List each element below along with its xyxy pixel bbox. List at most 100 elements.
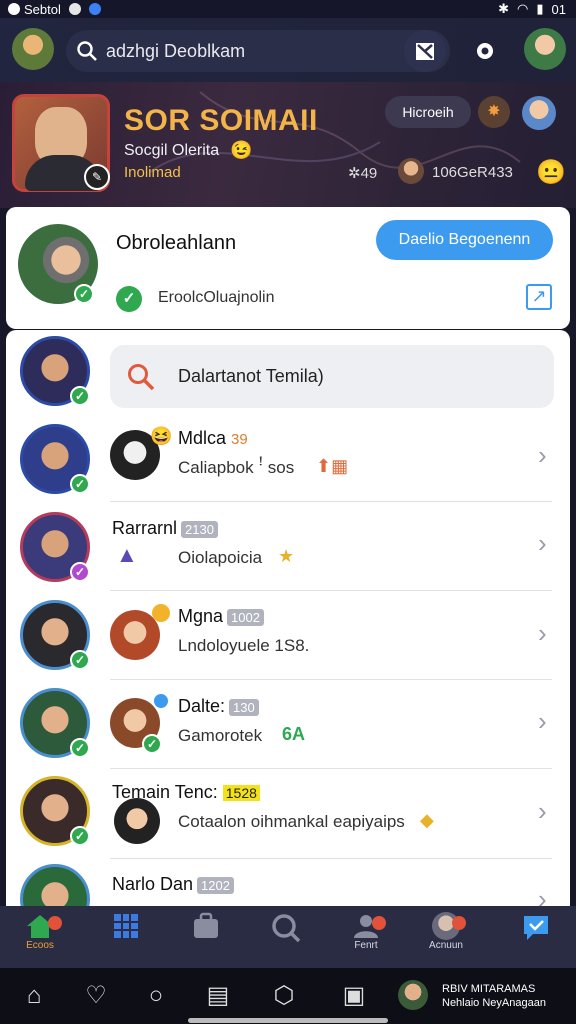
clock: 01 bbox=[551, 1, 566, 17]
row-badge: 1002 bbox=[227, 609, 264, 626]
row-badge: 39 bbox=[231, 431, 248, 448]
card-name: Obroleahlann bbox=[116, 232, 237, 254]
notification-dot bbox=[452, 916, 466, 930]
nav-friends[interactable]: Fenrt bbox=[334, 912, 398, 964]
search-bar[interactable]: adzhgi Deoblkam bbox=[66, 30, 450, 72]
edit-icon[interactable]: ↗ bbox=[526, 284, 552, 310]
row-extra: 6A bbox=[282, 724, 306, 744]
nav-messages[interactable] bbox=[504, 912, 568, 964]
online-icon: ✓ bbox=[70, 474, 90, 494]
primary-action-button[interactable]: Daelio Begoenenn bbox=[376, 220, 553, 260]
online-icon: ✓ bbox=[70, 650, 90, 670]
profile-avatar[interactable] bbox=[12, 28, 54, 70]
notification-dot bbox=[48, 916, 62, 930]
app-notification-icon bbox=[8, 3, 20, 15]
chevron-right-icon[interactable]: › bbox=[538, 440, 547, 471]
stat-a-value: 49 bbox=[360, 165, 378, 182]
document-icon[interactable]: ▤ bbox=[204, 982, 232, 1010]
gesture-handle[interactable] bbox=[188, 1018, 388, 1023]
tag-icon: ◆ bbox=[420, 810, 434, 830]
divider bbox=[110, 768, 552, 769]
signal-icon: ▮ bbox=[536, 1, 544, 16]
search-icon[interactable]: ○ bbox=[142, 982, 170, 1010]
wifi-icon: ◠ bbox=[517, 1, 529, 16]
user-info: RBIV MITARAMAS Nehlaio NeyAnagaan bbox=[442, 982, 546, 1010]
nav-home[interactable]: Ecoos bbox=[8, 912, 72, 964]
row-name-text: Mdlca bbox=[178, 428, 227, 448]
row-subtitle: Caliapbok ꜝ sos bbox=[178, 458, 295, 477]
chevron-right-icon[interactable]: › bbox=[538, 528, 547, 559]
list-search-input[interactable]: Dalartanot Temila) bbox=[110, 345, 554, 408]
chevron-right-icon[interactable]: › bbox=[538, 796, 547, 827]
row-badge: 130 bbox=[229, 699, 259, 716]
nav-search[interactable] bbox=[254, 912, 318, 964]
carrier-label: Sebtol bbox=[24, 1, 61, 17]
rocket-icon: ▲ bbox=[116, 542, 138, 567]
emoji-icon: 😐 bbox=[536, 159, 566, 186]
user-avatar[interactable] bbox=[398, 980, 428, 1010]
banner-chip[interactable]: Hicroeih bbox=[385, 96, 471, 128]
row-subtitle: Oiolapoicia bbox=[178, 548, 263, 567]
settings-button[interactable] bbox=[464, 30, 506, 72]
nav-account[interactable]: Acnuun bbox=[414, 912, 478, 964]
heart-icon[interactable]: ♡ bbox=[82, 982, 110, 1010]
row-badge: 2130 bbox=[181, 521, 218, 538]
notification-icon bbox=[88, 3, 101, 15]
nav-home-label: Ecoos bbox=[26, 940, 54, 951]
user-avatar[interactable] bbox=[524, 28, 566, 70]
online-icon: ✓ bbox=[142, 734, 162, 754]
status-check-icon: ✓ bbox=[116, 286, 142, 312]
gallery-icon[interactable]: ▣ bbox=[340, 982, 368, 1010]
stat-count-a: ✲49 bbox=[348, 165, 378, 182]
bag-icon bbox=[194, 912, 218, 938]
search-icon bbox=[128, 364, 155, 391]
chevron-right-icon[interactable]: › bbox=[538, 706, 547, 737]
shield-icon[interactable]: ⬡ bbox=[270, 982, 298, 1010]
online-icon: ✓ bbox=[70, 386, 90, 406]
nav-friends-label: Fenrt bbox=[354, 940, 378, 951]
divider bbox=[110, 501, 552, 502]
nav-account-label: Acnuun bbox=[429, 940, 463, 951]
row-name: Mdlca 39 bbox=[178, 428, 248, 449]
bluetooth-icon: ✱ bbox=[498, 1, 510, 16]
divider bbox=[110, 858, 552, 859]
star-icon: ★ bbox=[278, 546, 295, 566]
compose-button[interactable] bbox=[404, 30, 446, 72]
user-handle: Nehlaio NeyAnagaan bbox=[442, 997, 546, 1009]
edit-photo-icon[interactable]: ✎ bbox=[84, 164, 110, 190]
row-name-text: Mgna bbox=[178, 606, 224, 626]
status-bar: Sebtol bbox=[0, 0, 576, 18]
chat-icon bbox=[524, 916, 548, 940]
home-icon[interactable]: ⌂ bbox=[20, 982, 48, 1010]
row-subtitle: Cotaalon oihmankal eapiyaips bbox=[178, 812, 405, 831]
banner-subtitle: Socgil Olerita bbox=[124, 142, 220, 159]
banner-title: SOR SOIMAII bbox=[124, 104, 318, 137]
nav-grid[interactable] bbox=[94, 912, 158, 964]
row-name: Dalte: 130 bbox=[178, 696, 259, 717]
chevron-right-icon[interactable]: › bbox=[538, 618, 547, 649]
stat-count-b: 106GeR433 bbox=[432, 164, 513, 181]
online-icon: ✓ bbox=[70, 738, 90, 758]
row-subtitle: Lndoloyuele 1S8. bbox=[178, 636, 310, 655]
divider bbox=[110, 590, 552, 591]
gift-icon: ⬆▦ bbox=[316, 456, 349, 476]
row-name-text: Narlo Dan bbox=[112, 874, 194, 894]
search-text: adzhgi Deoblkam bbox=[106, 40, 246, 61]
badge-icon[interactable]: ✸ bbox=[478, 96, 510, 128]
nav-shop[interactable] bbox=[174, 912, 238, 964]
search-icon bbox=[272, 914, 301, 943]
user-name: RBIV MITARAMAS bbox=[442, 983, 536, 995]
row-avatar bbox=[114, 798, 160, 844]
grid-icon bbox=[114, 914, 138, 938]
stat-avatar bbox=[398, 158, 424, 184]
card-status-text: EroolcOluajnolin bbox=[158, 289, 275, 306]
search-icon bbox=[77, 41, 97, 61]
status-icons: ✱ ◠ ▮ 01 bbox=[498, 0, 566, 18]
friend-avatar[interactable] bbox=[522, 96, 556, 130]
list-search-text: Dalartanot Temila) bbox=[178, 366, 324, 386]
smile-emoji-icon: 😉 bbox=[230, 140, 253, 160]
notification-icon bbox=[68, 3, 81, 15]
divider bbox=[110, 679, 552, 680]
online-icon: ✓ bbox=[70, 826, 90, 846]
notification-dot bbox=[372, 916, 386, 930]
